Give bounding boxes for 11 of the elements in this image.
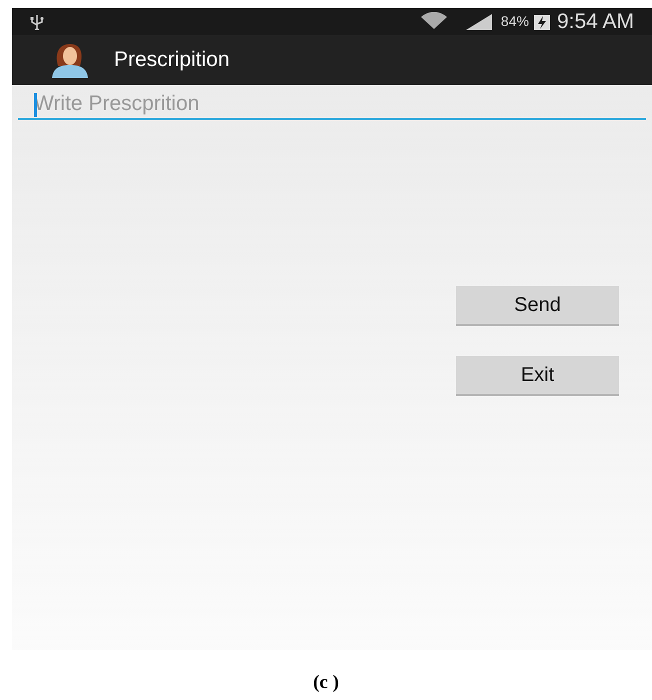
figure-caption: (c ) [313,672,339,694]
battery-percent: 84% [500,12,529,31]
usb-icon [30,14,44,30]
action-button[interactable]: Send [456,286,619,326]
signal-icon [464,12,493,30]
battery-charging-icon [532,12,551,30]
app-title: Prescripition [114,47,230,74]
action-button[interactable]: Exit [456,356,619,396]
clock-time: 9:54 AM [556,8,634,35]
person-icon [50,42,90,78]
wifi-icon [418,12,449,32]
